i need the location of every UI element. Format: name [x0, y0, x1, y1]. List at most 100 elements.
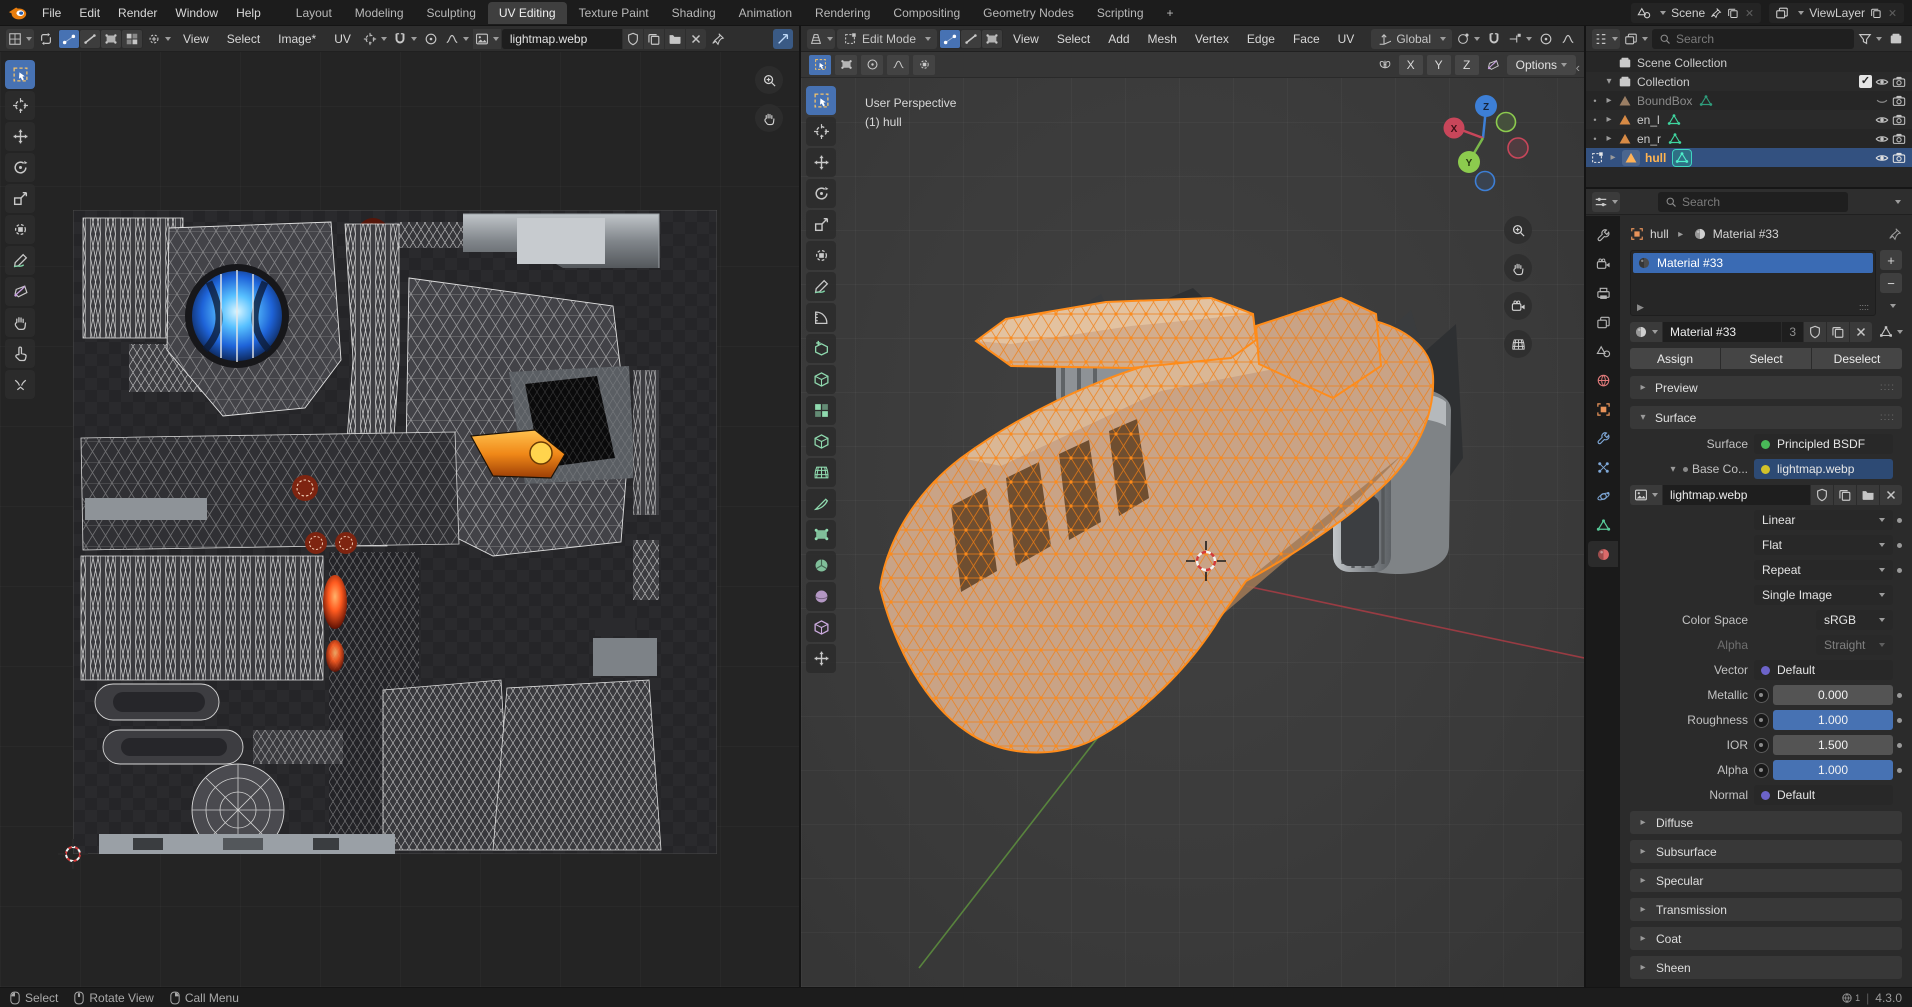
- uv-texture-image[interactable]: [73, 210, 717, 854]
- select-extend-button[interactable]: [913, 55, 935, 75]
- panel-diffuse[interactable]: ▸Diffuse: [1630, 811, 1902, 834]
- editor-type-button[interactable]: [6, 29, 34, 49]
- tab-particles[interactable]: [1588, 454, 1618, 480]
- panel-coat[interactable]: ▸Coat: [1630, 927, 1902, 950]
- tab-object[interactable]: [1588, 396, 1618, 422]
- vp-menu-vertex[interactable]: Vertex: [1187, 29, 1237, 49]
- tab-sculpting[interactable]: Sculpting: [416, 2, 487, 24]
- close-icon[interactable]: [1744, 6, 1755, 20]
- perspective-toggle-icon[interactable]: [1504, 330, 1532, 358]
- metallic-slider[interactable]: 0.000: [1773, 685, 1893, 705]
- vertex-select-button[interactable]: [940, 30, 960, 48]
- outliner-row-hull[interactable]: ▸ hull: [1586, 148, 1912, 167]
- zoom-icon[interactable]: [1504, 216, 1532, 244]
- tab-shading[interactable]: Shading: [661, 2, 727, 24]
- panel-preview[interactable]: ▸Preview ::::: [1630, 376, 1902, 399]
- tool-loop-cut[interactable]: [806, 458, 836, 487]
- uv-menu-image[interactable]: Image*: [270, 29, 324, 49]
- eye-closed-icon[interactable]: [1875, 94, 1889, 108]
- pivot-point-dropdown[interactable]: [361, 29, 389, 49]
- gizmo-x-negative[interactable]: [1508, 138, 1528, 158]
- tool-measure[interactable]: [806, 303, 836, 332]
- base-color-input-button[interactable]: lightmap.webp: [1754, 459, 1893, 479]
- select-button[interactable]: Select: [1721, 348, 1811, 369]
- mirror-y-toggle[interactable]: Y: [1427, 55, 1451, 75]
- select-tweak-button[interactable]: [809, 55, 831, 75]
- vp-menu-face[interactable]: Face: [1285, 29, 1328, 49]
- fake-user-shield-icon[interactable]: [1811, 485, 1833, 505]
- mirror-z-toggle[interactable]: Z: [1455, 55, 1479, 75]
- material-slot-list[interactable]: Material #33 ▶::::: [1630, 250, 1876, 316]
- outliner-row-collection[interactable]: ▾ Collection ✓: [1586, 72, 1912, 91]
- snap-target-dropdown[interactable]: [1454, 29, 1482, 49]
- viewport-3d[interactable]: Edit Mode View Select Add Mesh Vertex Ed…: [801, 26, 1584, 987]
- camera-icon[interactable]: [1892, 132, 1906, 146]
- outliner-search[interactable]: [1652, 29, 1854, 49]
- tool-move[interactable]: [806, 148, 836, 177]
- deselect-button[interactable]: Deselect: [1812, 348, 1902, 369]
- pan-hand-icon[interactable]: [1504, 254, 1532, 282]
- network-globe-icon[interactable]: [1841, 991, 1853, 1005]
- tab-animation[interactable]: Animation: [728, 2, 803, 24]
- select-lasso-button[interactable]: [887, 55, 909, 75]
- options-dropdown[interactable]: Options: [1507, 55, 1576, 75]
- close-icon[interactable]: [1887, 6, 1898, 20]
- alpha-slider[interactable]: 1.000: [1773, 760, 1893, 780]
- tab-render[interactable]: [1588, 251, 1618, 277]
- menu-edit[interactable]: Edit: [71, 3, 108, 23]
- outliner-row-en-l[interactable]: •▸ en_l: [1586, 110, 1912, 129]
- material-slot-active[interactable]: Material #33: [1633, 253, 1873, 273]
- normal-input-button[interactable]: Default: [1754, 785, 1893, 805]
- eye-icon[interactable]: [1875, 151, 1889, 165]
- tool-extrude-region[interactable]: [806, 365, 836, 394]
- tool-select-box[interactable]: [5, 60, 35, 89]
- menu-render[interactable]: Render: [110, 3, 165, 23]
- vp-menu-mesh[interactable]: Mesh: [1140, 29, 1185, 49]
- tool-annotate[interactable]: [5, 246, 35, 275]
- users-count[interactable]: 3: [1782, 322, 1803, 342]
- tool-smooth[interactable]: [806, 582, 836, 611]
- roughness-slider[interactable]: 1.000: [1773, 710, 1893, 730]
- tab-modifiers[interactable]: [1588, 425, 1618, 451]
- mirror-icon[interactable]: [1375, 55, 1395, 75]
- uv-select-island-button[interactable]: [122, 30, 142, 48]
- panel-specular[interactable]: ▸Specular: [1630, 869, 1902, 892]
- uv-menu-view[interactable]: View: [175, 29, 217, 49]
- search-input[interactable]: [1676, 32, 1847, 46]
- breadcrumb-object[interactable]: hull: [1650, 227, 1669, 241]
- fake-user-shield-icon[interactable]: [1804, 322, 1826, 342]
- new-layer-icon[interactable]: [1870, 6, 1882, 20]
- browse-image-button[interactable]: [473, 29, 501, 49]
- snap-settings-dropdown[interactable]: [1506, 29, 1534, 49]
- menu-help[interactable]: Help: [228, 3, 269, 23]
- collection-checkbox[interactable]: ✓: [1859, 75, 1872, 88]
- camera-icon[interactable]: [1892, 94, 1906, 108]
- uv-menu-uv[interactable]: UV: [326, 29, 359, 49]
- tool-shrink-fatten[interactable]: [806, 644, 836, 673]
- vp-menu-uv[interactable]: UV: [1330, 29, 1363, 49]
- face-select-button[interactable]: [982, 30, 1002, 48]
- remove-slot-button[interactable]: −: [1880, 273, 1902, 293]
- socket-icon[interactable]: [1754, 763, 1769, 778]
- eye-icon[interactable]: [1875, 75, 1889, 89]
- outliner-row-boundbox[interactable]: •▸ BoundBox: [1586, 91, 1912, 110]
- tab-compositing[interactable]: Compositing: [882, 2, 971, 24]
- open-image-folder-icon[interactable]: [1857, 485, 1879, 505]
- image-name-field[interactable]: [1663, 485, 1810, 505]
- tab-view-layer[interactable]: [1588, 309, 1618, 335]
- blender-logo-icon[interactable]: [8, 5, 28, 21]
- tab-material[interactable]: [1588, 541, 1618, 567]
- pan-hand-icon[interactable]: [755, 104, 783, 132]
- tool-bevel[interactable]: [806, 427, 836, 456]
- tool-rotate[interactable]: [806, 179, 836, 208]
- tool-relax[interactable]: [5, 339, 35, 368]
- panel-sheen[interactable]: ▸Sheen: [1630, 956, 1902, 979]
- ior-slider[interactable]: 1.500: [1773, 735, 1893, 755]
- uv-menu-select[interactable]: Select: [219, 29, 268, 49]
- browse-image-button[interactable]: [1630, 485, 1662, 505]
- tool-scale[interactable]: [5, 184, 35, 213]
- add-workspace-button[interactable]: +: [1156, 2, 1185, 24]
- tab-output[interactable]: [1588, 280, 1618, 306]
- proportional-editing-toggle[interactable]: [1536, 29, 1556, 49]
- panel-subsurface[interactable]: ▸Subsurface: [1630, 840, 1902, 863]
